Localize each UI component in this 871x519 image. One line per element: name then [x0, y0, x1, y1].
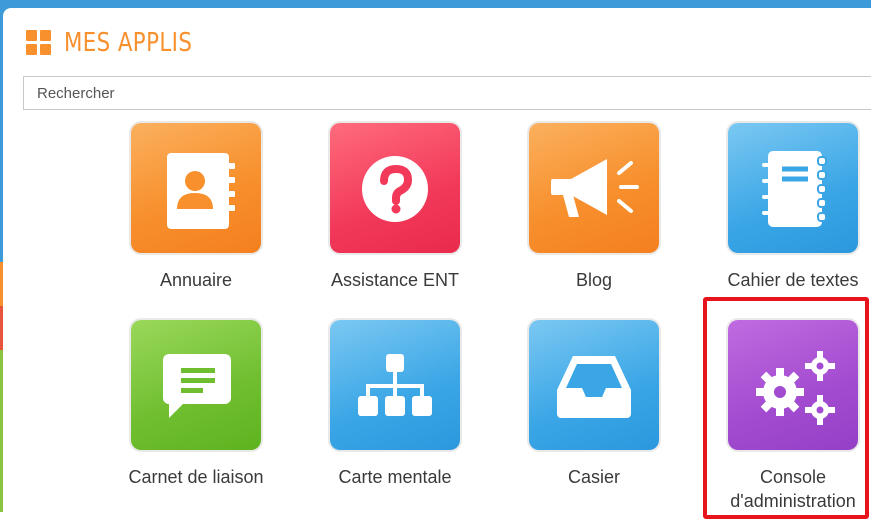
app-label: Cahier de textes [727, 270, 859, 290]
app-tile-carnet-de-liaison[interactable] [131, 320, 261, 450]
app-tile-assistance-ent[interactable] [330, 123, 460, 253]
app-label: Casier [567, 467, 620, 487]
page-header: MES APPLIS [26, 28, 220, 58]
inbox-tray-icon [557, 356, 631, 418]
search-input[interactable] [24, 77, 871, 109]
app-label: Annuaire [159, 270, 233, 290]
window-top-border [0, 0, 871, 8]
app-label: Console d'administration [730, 467, 856, 511]
gears-icon [756, 351, 835, 425]
chat-bubble-icon [163, 354, 231, 418]
app-label: Carnet de liaison [128, 467, 264, 487]
app-tile-carte-mentale[interactable] [330, 320, 460, 450]
search-bar[interactable] [23, 76, 871, 110]
address-book-icon [167, 153, 235, 229]
app-tile-annuaire[interactable] [131, 123, 261, 253]
question-icon [362, 156, 428, 222]
app-launcher-window: MES APPLIS Annuaire Assis [0, 0, 871, 519]
app-label: Assistance ENT [330, 270, 460, 290]
notebook-icon [762, 151, 827, 227]
app-tile-casier[interactable] [529, 320, 659, 450]
grid-icon [26, 30, 52, 56]
app-label: Blog [575, 270, 613, 290]
app-tile-blog[interactable] [529, 123, 659, 253]
app-tile-cahier-de-textes[interactable] [728, 123, 858, 253]
app-label: Carte mentale [338, 467, 452, 487]
page-title: MES APPLIS [64, 28, 193, 58]
megaphone-icon [551, 159, 639, 217]
app-tile-console-administration[interactable] [728, 320, 858, 450]
window-left-border [0, 0, 11, 512]
sitemap-icon [358, 354, 432, 416]
